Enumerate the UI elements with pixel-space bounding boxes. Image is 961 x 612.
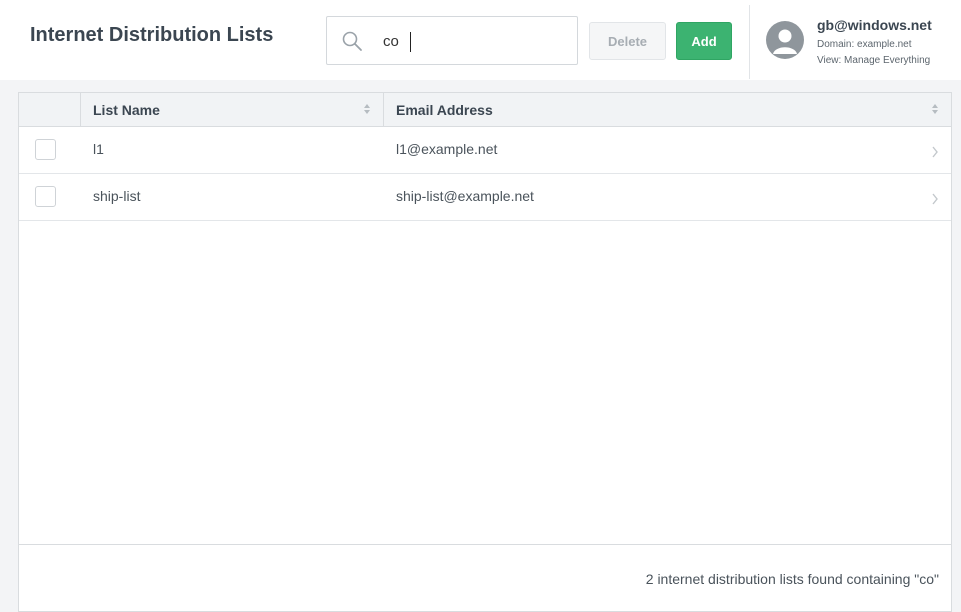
sort-icon[interactable]: [931, 103, 939, 115]
user-domain: Domain: example.net: [817, 39, 912, 50]
column-header-email-address[interactable]: Email Address: [384, 93, 951, 126]
sort-icon[interactable]: [363, 103, 371, 115]
column-header-label: List Name: [93, 101, 160, 118]
table-row[interactable]: l1 l1@example.net: [19, 127, 951, 174]
user-email[interactable]: gb@windows.net: [817, 17, 932, 33]
text-cursor: [410, 32, 411, 52]
add-button[interactable]: Add: [676, 22, 732, 60]
column-header-label: Email Address: [396, 101, 493, 118]
table-row[interactable]: ship-list ship-list@example.net: [19, 174, 951, 221]
top-header: Internet Distribution Lists Delete Add g…: [0, 0, 961, 80]
distribution-lists-table: List Name Email Address l1 l1@example.ne…: [18, 92, 952, 612]
row-checkbox[interactable]: [35, 139, 56, 160]
person-icon: [773, 29, 797, 54]
row-checkbox[interactable]: [35, 186, 56, 207]
header-divider: [749, 5, 750, 79]
chevron-right-icon[interactable]: [931, 193, 939, 205]
page-title: Internet Distribution Lists: [30, 24, 274, 46]
user-avatar-icon[interactable]: [766, 21, 804, 59]
search-icon: [342, 31, 362, 51]
email-address-cell: ship-list@example.net: [396, 188, 534, 204]
select-column-header: [19, 93, 81, 126]
delete-button[interactable]: Delete: [589, 22, 666, 60]
table-footer: 2 internet distribution lists found cont…: [19, 544, 951, 611]
list-name-cell: ship-list: [93, 188, 141, 204]
table-header: List Name Email Address: [19, 93, 951, 127]
email-address-cell: l1@example.net: [396, 141, 498, 157]
results-count-text: 2 internet distribution lists found cont…: [645, 571, 939, 587]
user-view: View: Manage Everything: [817, 55, 931, 66]
list-name-cell: l1: [93, 141, 104, 157]
chevron-right-icon[interactable]: [931, 146, 939, 158]
column-header-list-name[interactable]: List Name: [81, 93, 384, 126]
search-box[interactable]: [326, 16, 578, 65]
